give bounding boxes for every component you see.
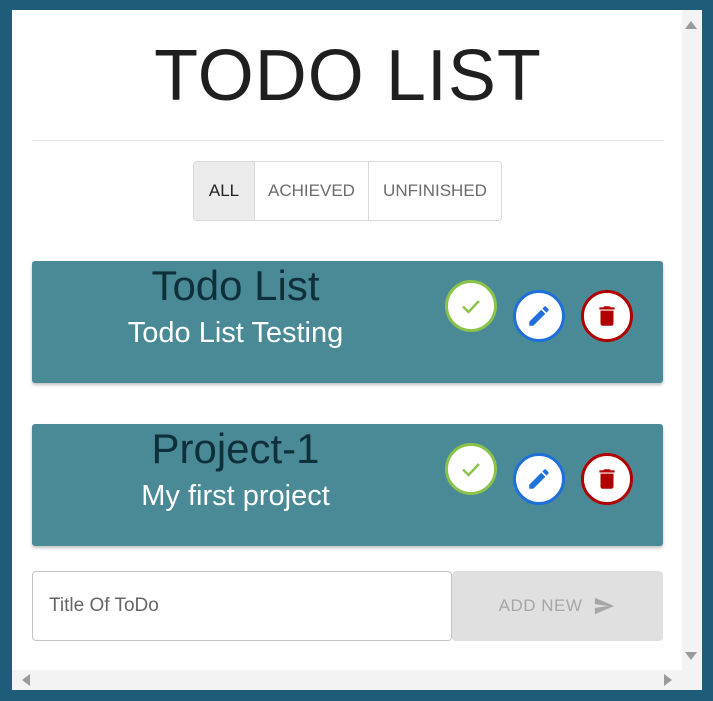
delete-button[interactable] [581, 453, 633, 505]
check-icon [462, 463, 480, 477]
filter-achieved-button[interactable]: ACHIEVED [255, 162, 369, 220]
horizontal-scrollbar[interactable] [12, 670, 702, 690]
filter-group: ALL ACHIEVED UNFINISHED [193, 161, 502, 221]
filter-all-button[interactable]: ALL [194, 162, 255, 220]
scroll-right-arrow-icon[interactable] [664, 674, 672, 686]
app-window: TODO LIST ALL ACHIEVED UNFINISHED Todo L… [12, 10, 702, 690]
todo-title: Todo List [151, 262, 320, 309]
pencil-icon [529, 469, 549, 489]
add-new-button[interactable]: ADD NEW [452, 571, 663, 641]
scroll-up-arrow-icon[interactable] [685, 21, 697, 29]
page-title: TODO LIST [154, 36, 542, 116]
mark-done-button[interactable] [445, 280, 497, 332]
filter-unfinished-button[interactable]: UNFINISHED [369, 162, 501, 220]
todo-description: Todo List Testing [127, 317, 344, 349]
delete-button[interactable] [581, 290, 633, 342]
todo-title: Project-1 [151, 425, 320, 472]
edit-button[interactable] [513, 290, 565, 342]
trash-icon [599, 469, 615, 489]
scroll-left-arrow-icon[interactable] [22, 674, 30, 686]
add-new-label: ADD NEW [498, 596, 583, 615]
title-divider [32, 140, 664, 141]
todo-card: Project-1 My first project [32, 424, 663, 546]
vertical-scrollbar[interactable] [682, 10, 702, 670]
mark-done-button[interactable] [445, 443, 497, 495]
pencil-icon [529, 306, 549, 326]
check-icon [462, 300, 480, 314]
send-icon [595, 597, 615, 615]
todo-description: My first project [141, 480, 330, 512]
todo-title-input[interactable] [32, 571, 452, 641]
trash-icon [599, 306, 615, 326]
edit-button[interactable] [513, 453, 565, 505]
todo-card: Todo List Todo List Testing [32, 261, 663, 383]
scroll-down-arrow-icon[interactable] [685, 652, 697, 660]
